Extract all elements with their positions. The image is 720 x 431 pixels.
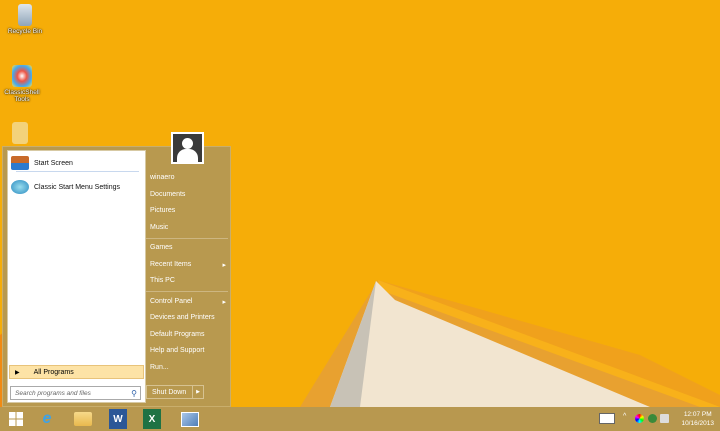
- action-center-icon[interactable]: [660, 414, 669, 423]
- menu-item-recent-items[interactable]: Recent Items ▸: [150, 261, 226, 269]
- desktop-icon-recycle-bin[interactable]: Recycle Bin: [0, 4, 50, 35]
- chevron-right-icon: ▸: [222, 262, 226, 269]
- search-input[interactable]: Search programs and files ⚲: [10, 386, 141, 400]
- classicshell-tools-icon: [12, 65, 32, 87]
- internet-explorer-icon[interactable]: e: [36, 409, 58, 429]
- menu-item-run[interactable]: Run...: [150, 364, 226, 371]
- windows-logo-icon: [9, 412, 23, 426]
- recycle-bin-icon: [18, 4, 32, 26]
- menu-item-games[interactable]: Games: [150, 244, 226, 251]
- color-tray-icon[interactable]: [635, 414, 644, 423]
- menu-item-help-support[interactable]: Help and Support: [150, 347, 226, 354]
- start-menu-left-pane: Start Screen Classic Start Menu Settings…: [7, 150, 146, 403]
- menu-item-documents[interactable]: Documents: [150, 191, 226, 198]
- taskbar: e W X ^ 12:07 PM 10/16/2013: [0, 407, 720, 431]
- menu-item-devices-printers[interactable]: Devices and Printers: [150, 314, 226, 321]
- desktop-icon-folder[interactable]: [0, 122, 45, 146]
- triangle-right-icon: ▶: [15, 369, 20, 376]
- clock[interactable]: 12:07 PM 10/16/2013: [681, 410, 714, 428]
- windows-start-button[interactable]: [5, 409, 27, 429]
- shell-icon: [11, 180, 29, 194]
- menu-item-this-pc[interactable]: This PC: [150, 277, 226, 284]
- snipping-tool-icon[interactable]: [179, 409, 201, 429]
- file-explorer-icon[interactable]: [72, 409, 94, 429]
- chevron-right-icon: ▸: [222, 299, 226, 306]
- touch-keyboard-icon[interactable]: [599, 413, 615, 424]
- search-icon[interactable]: ⚲: [131, 389, 137, 398]
- user-avatar[interactable]: [171, 132, 204, 164]
- shutdown-button[interactable]: Shut Down ▶: [146, 385, 204, 399]
- menu-item-control-panel[interactable]: Control Panel ▸: [150, 298, 226, 306]
- start-screen-item[interactable]: Start Screen: [11, 154, 73, 172]
- separator: [146, 238, 228, 239]
- all-programs-item[interactable]: ▶ All Programs: [9, 365, 144, 379]
- network-icon[interactable]: [648, 414, 657, 423]
- menu-item-pictures[interactable]: Pictures: [150, 207, 226, 214]
- menu-item-music[interactable]: Music: [150, 224, 226, 231]
- excel-icon[interactable]: X: [143, 409, 161, 429]
- start-screen-icon: [11, 156, 29, 170]
- separator: [146, 291, 228, 292]
- separator: [16, 171, 139, 172]
- show-hidden-icons-chevron-icon[interactable]: ^: [623, 413, 626, 420]
- chevron-right-icon[interactable]: ▶: [193, 386, 203, 398]
- classic-start-menu-settings-item[interactable]: Classic Start Menu Settings: [11, 178, 120, 196]
- desktop-icon-classicshell-tools[interactable]: ClassicShell Tools: [0, 65, 47, 103]
- word-icon[interactable]: W: [109, 409, 127, 429]
- menu-item-default-programs[interactable]: Default Programs: [150, 331, 226, 338]
- folder-icon: [12, 122, 28, 144]
- menu-item-user[interactable]: winaero: [150, 174, 226, 181]
